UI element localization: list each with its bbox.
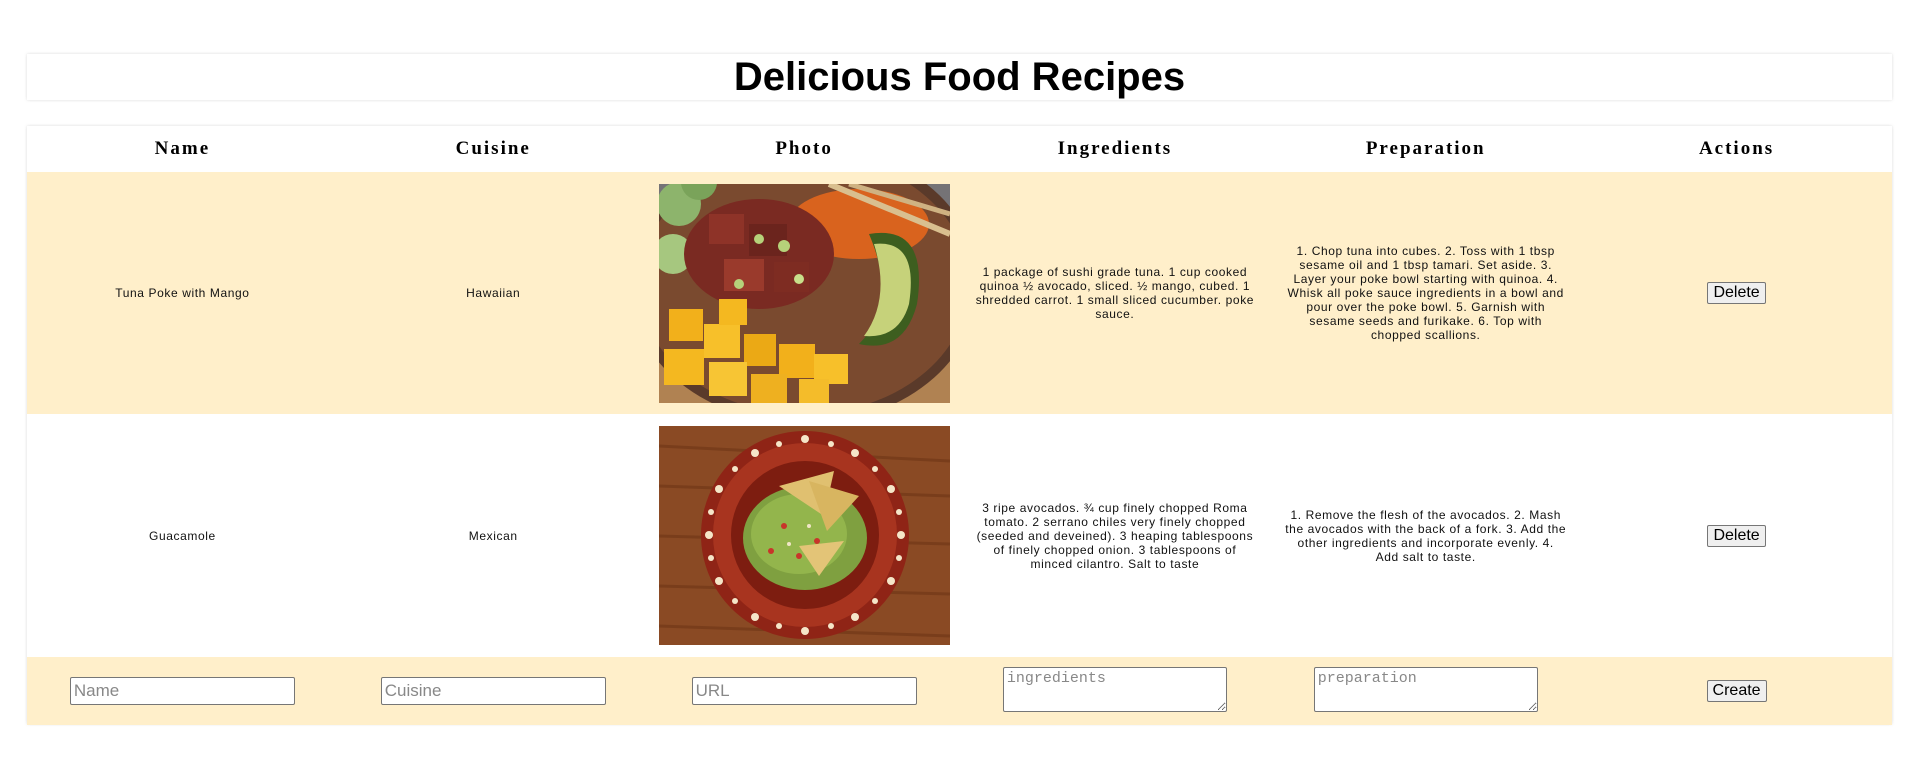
recipe-cuisine: Hawaiian: [466, 286, 521, 300]
page-title: Delicious Food Recipes: [733, 55, 1186, 99]
table-row: Guacamole Mexican 3 ripe avocados. ¾ cup…: [27, 414, 1892, 657]
recipe-preparation: 1. Remove the flesh of the avocados. 2. …: [1285, 507, 1567, 564]
new-recipe-form-row: Create: [27, 657, 1892, 725]
column-header-name: Name: [154, 138, 211, 159]
recipe-name: Guacamole: [149, 528, 216, 543]
delete-button[interactable]: Delete: [1707, 282, 1766, 304]
column-header-photo: Photo: [775, 138, 833, 159]
column-header-preparation: Preparation: [1365, 138, 1486, 159]
recipe-actions-cell: Delete: [1581, 172, 1892, 414]
delete-button[interactable]: Delete: [1707, 524, 1766, 547]
page: Delicious Food Recipes Name Cuisine Phot…: [0, 0, 1919, 761]
recipe-ingredients-cell: 3 ripe avocados. ¾ cup finely chopped Ro…: [959, 414, 1270, 657]
recipe-photo-cell: [649, 172, 960, 414]
recipe-preparation-cell: 1. Remove the flesh of the avocados. 2. …: [1270, 414, 1581, 657]
recipe-photo-poke-bowl: [658, 183, 950, 403]
recipe-cuisine: Mexican: [468, 528, 518, 543]
create-button-cell: Create: [1581, 657, 1892, 725]
recipe-ingredients-cell: 1 package of sushi grade tuna. 1 cup coo…: [959, 172, 1270, 414]
recipe-name-cell: Guacamole: [27, 414, 338, 657]
recipe-name: Tuna Poke with Mango: [115, 286, 250, 300]
recipe-cuisine-cell: Mexican: [338, 414, 649, 657]
column-header-ingredients: Ingredients: [1057, 138, 1173, 159]
recipe-actions-cell: Delete: [1581, 414, 1892, 657]
recipes-table: Name Cuisine Photo Ingredients Preparati…: [27, 126, 1892, 725]
recipe-preparation-cell: 1. Chop tuna into cubes. 2. Toss with 1 …: [1270, 172, 1581, 414]
preparation-textarea[interactable]: [1313, 667, 1538, 712]
create-button[interactable]: Create: [1706, 680, 1767, 702]
cuisine-input-cell: [338, 657, 649, 725]
name-input-cell: [27, 657, 338, 725]
ingredients-textarea[interactable]: [1002, 667, 1227, 712]
table-row: Tuna Poke with Mango Hawaiian 1 package …: [27, 172, 1892, 414]
url-input-cell: [649, 657, 960, 725]
recipe-preparation: 1. Chop tuna into cubes. 2. Toss with 1 …: [1287, 244, 1564, 342]
recipe-photo-cell: [649, 414, 960, 657]
recipe-ingredients: 3 ripe avocados. ¾ cup finely chopped Ro…: [976, 500, 1254, 571]
column-header-actions: Actions: [1698, 138, 1775, 159]
cuisine-input[interactable]: [380, 677, 606, 705]
recipe-name-cell: Tuna Poke with Mango: [27, 172, 338, 414]
recipe-ingredients: 1 package of sushi grade tuna. 1 cup coo…: [975, 265, 1255, 321]
url-input[interactable]: [691, 677, 917, 705]
preparation-input-cell: [1270, 657, 1581, 725]
ingredients-input-cell: [959, 657, 1270, 725]
recipes-table-panel: Name Cuisine Photo Ingredients Preparati…: [27, 126, 1892, 725]
name-input[interactable]: [69, 677, 295, 705]
column-header-cuisine: Cuisine: [455, 138, 531, 159]
table-header-row: Name Cuisine Photo Ingredients Preparati…: [27, 126, 1892, 172]
title-panel: Delicious Food Recipes: [27, 54, 1892, 100]
recipe-photo-guacamole: [658, 426, 950, 645]
recipe-cuisine-cell: Hawaiian: [338, 172, 649, 414]
